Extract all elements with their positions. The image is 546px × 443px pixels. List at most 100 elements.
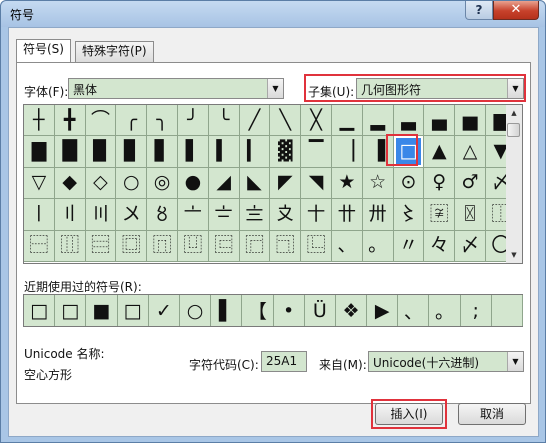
symbol-cell[interactable]: 〨 (239, 199, 271, 231)
symbol-cell[interactable]: ▇ (24, 136, 55, 168)
recent-symbol-cell[interactable]: 、 (398, 295, 430, 326)
symbol-cell[interactable]: 。 (362, 230, 394, 262)
symbol-cell[interactable]: 〤 (116, 199, 148, 231)
recent-symbol-cell[interactable]: 【 (242, 295, 274, 326)
symbol-cell[interactable]: 々 (424, 230, 456, 262)
symbol-cell[interactable]: ▁ (331, 105, 363, 137)
symbol-grid-scrollbar[interactable]: ▲ ▼ (506, 104, 523, 264)
symbol-cell[interactable]: ⿶ (177, 230, 209, 262)
symbol-cell[interactable]: ▌ (177, 136, 209, 168)
symbol-cell[interactable]: 、 (331, 230, 363, 262)
symbol-cell[interactable]: ◆ (54, 167, 86, 200)
symbol-cell[interactable]: ╭ (116, 105, 148, 137)
symbol-cell[interactable]: ⿷ (208, 230, 240, 262)
char-code-input[interactable]: 25A1 (261, 351, 307, 372)
cancel-button[interactable]: 取消 (458, 403, 526, 425)
recent-symbol-cell[interactable]: □ (24, 295, 56, 326)
symbol-cell[interactable]: ⿸ (239, 230, 271, 262)
subset-select[interactable]: 几何图形符 ▼ (356, 78, 524, 99)
symbol-cell[interactable]: ⿺ (301, 230, 332, 262)
recent-symbols-row[interactable]: □ □ ■ □ ✓ ○ ▌ 【• Ü ❖ ▶、。; (23, 294, 523, 327)
symbol-cell[interactable]: 〢 (54, 199, 86, 231)
symbol-cell[interactable]: ⌒ (85, 105, 117, 137)
symbol-cell[interactable]: 〣 (85, 199, 117, 231)
recent-symbol-cell[interactable]: Ü (304, 295, 336, 326)
symbol-cell[interactable]: ⿴ (116, 230, 148, 262)
symbol-cell[interactable]: ╳ (301, 105, 332, 137)
recent-symbol-cell[interactable] (491, 295, 523, 326)
symbol-cell[interactable]: ▂ (362, 105, 394, 137)
symbol-cell[interactable]: ◢ (208, 167, 240, 200)
scroll-up-icon[interactable]: ▲ (506, 105, 522, 121)
symbol-cell[interactable]: ◤ (270, 167, 302, 200)
symbol-cell[interactable]: ● (177, 167, 209, 200)
recent-symbol-cell[interactable]: ■ (86, 295, 118, 326)
recent-symbol-cell[interactable]: □ (55, 295, 87, 326)
symbol-cell[interactable]: ╮ (147, 105, 178, 137)
symbol-cell[interactable]: 〻 (393, 199, 425, 231)
symbol-cell[interactable]: ▓ (270, 136, 302, 168)
chevron-down-icon[interactable]: ▼ (507, 352, 523, 371)
symbol-cell[interactable]: ♂ (455, 167, 486, 200)
symbol-cell[interactable]: ★ (331, 167, 363, 200)
symbol-cell[interactable]: ▍ (208, 136, 240, 168)
from-select[interactable]: Unicode(十六进制) ▼ (368, 351, 524, 372)
scroll-down-icon[interactable]: ▼ (506, 247, 522, 263)
tab-special-characters[interactable]: 特殊字符(P) (75, 41, 154, 62)
recent-symbol-cell[interactable]: ; (460, 295, 492, 326)
symbol-cell[interactable]: 〺 (362, 199, 394, 231)
symbol-cell[interactable]: █ (54, 136, 86, 168)
symbol-cell[interactable]: ▃ (393, 105, 425, 137)
symbol-cell[interactable]: ▔ (301, 136, 332, 168)
font-select[interactable]: 黑体 ▼ (68, 78, 284, 99)
recent-symbol-cell[interactable]: ▶ (367, 295, 399, 326)
symbol-cell[interactable]: 〸 (301, 199, 332, 231)
symbol-cell[interactable]: ╱ (239, 105, 271, 137)
insert-button[interactable]: 插入(I) (375, 403, 443, 425)
close-button[interactable]: ✕ (493, 1, 539, 20)
recent-symbol-cell[interactable]: ✓ (148, 295, 180, 326)
symbol-cell[interactable]: 〥 (147, 199, 178, 231)
symbol-cell[interactable]: ⿱ (24, 230, 55, 262)
symbol-cell[interactable]: ⊙ (393, 167, 425, 200)
symbol-cell[interactable]: ◣ (239, 167, 271, 200)
symbol-cell[interactable]: 〩 (270, 199, 302, 231)
symbol-cell[interactable]: ☆ (362, 167, 394, 200)
symbol-cell[interactable]: ○ (116, 167, 148, 200)
chevron-down-icon[interactable]: ▼ (267, 79, 283, 98)
recent-symbol-cell[interactable]: ○ (179, 295, 212, 326)
symbol-cell[interactable]: 〿 (455, 199, 486, 231)
symbol-cell[interactable]: ▲ (424, 136, 456, 168)
symbol-cell[interactable]: ♀ (424, 167, 456, 200)
scroll-thumb[interactable] (507, 123, 520, 137)
symbol-cell[interactable]: 〆 (455, 230, 486, 262)
recent-symbol-cell[interactable]: ❖ (335, 295, 368, 326)
symbol-cell[interactable]: ⿵ (147, 230, 178, 262)
chevron-down-icon[interactable]: ▼ (507, 79, 523, 98)
symbol-cell[interactable]: ╲ (270, 105, 302, 137)
recent-symbol-cell[interactable]: • (273, 295, 305, 326)
tab-symbols[interactable]: 符号(S) (16, 39, 71, 62)
symbol-cell[interactable]: ⿳ (85, 230, 117, 262)
symbol-cell[interactable]: 〃 (393, 230, 425, 262)
symbol-cell[interactable]: 〦 (177, 199, 209, 231)
symbol-cell[interactable]: ▄ (424, 105, 456, 137)
symbol-cell[interactable]: ◎ (147, 167, 178, 200)
recent-symbol-cell[interactable]: ▌ (211, 295, 243, 326)
symbol-cell[interactable]: 〾 (424, 199, 456, 231)
recent-symbol-cell[interactable]: 。 (429, 295, 461, 326)
symbol-cell[interactable]: 〡 (24, 199, 55, 231)
symbol-cell[interactable]: □ (393, 136, 425, 168)
symbol-cell[interactable]: ⿲ (54, 230, 86, 262)
symbol-cell[interactable]: ▅ (455, 105, 486, 137)
symbol-cell[interactable]: ┼ (24, 105, 55, 137)
symbol-cell[interactable]: △ (455, 136, 486, 168)
symbol-cell[interactable]: ▐ (362, 136, 394, 168)
symbol-cell[interactable]: 〧 (208, 199, 240, 231)
symbol-cell[interactable]: ◥ (301, 167, 332, 200)
symbol-cell[interactable]: ▕ (331, 136, 363, 168)
symbol-cell[interactable]: ▋ (147, 136, 178, 168)
symbol-cell[interactable]: ◇ (85, 167, 117, 200)
symbol-cell[interactable]: 〹 (331, 199, 363, 231)
help-button[interactable]: ? (465, 1, 493, 20)
